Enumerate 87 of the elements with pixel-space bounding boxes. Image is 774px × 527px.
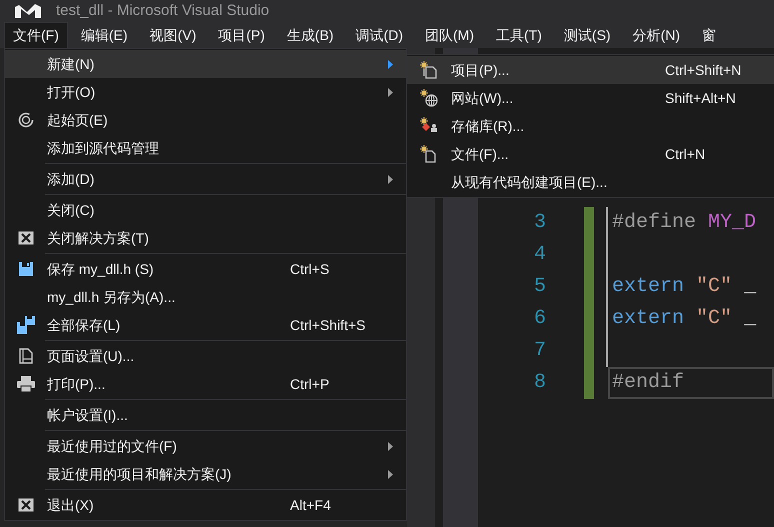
menu-item[interactable]: 页面设置(U)... xyxy=(5,342,406,370)
submenu-arrow-icon xyxy=(388,174,393,184)
shortcut: Ctrl+P xyxy=(290,374,330,394)
menu-item[interactable]: 打开(O) xyxy=(5,78,406,106)
menu-bar-item[interactable]: 调试(D) xyxy=(346,22,412,48)
menu-item[interactable]: 最近使用的项目和解决方案(J) xyxy=(5,460,406,488)
menu-bar-item[interactable]: 工具(T) xyxy=(487,22,551,48)
menu-item-label: 页面设置(U)... xyxy=(47,346,136,366)
menu-item-label: 退出(X) xyxy=(47,496,95,515)
menu-item-label: 打开(O) xyxy=(47,82,96,102)
menu-item-label: 文件(F)... xyxy=(451,144,510,164)
menu-item[interactable]: 文件(F)... Ctrl+N xyxy=(407,140,774,168)
menu-item-label: 保存 my_dll.h (S) xyxy=(47,260,155,279)
menu-item[interactable]: 起始页(E) xyxy=(5,106,406,134)
menu-item-label: 打印(P)... xyxy=(47,374,106,394)
submenu-arrow-icon xyxy=(388,442,393,450)
menu-bar-item[interactable]: 视图(V) xyxy=(140,22,206,48)
line-number: 5 xyxy=(532,274,546,300)
code-line: extern ″C″ _ xyxy=(611,274,758,300)
app-logo-icon xyxy=(15,4,41,18)
menu-item[interactable]: 新建(N) xyxy=(5,50,406,78)
menu-item[interactable]: my_dll.h 另存为(A)... xyxy=(5,283,406,311)
menu-bar-item[interactable]: 文件(F) xyxy=(4,22,68,48)
menu-item[interactable]: 存储库(R)... xyxy=(407,112,774,140)
new-pages-icon xyxy=(420,61,438,79)
change-bar xyxy=(584,207,594,239)
menu-item[interactable]: 从现有代码创建项目(E)... xyxy=(407,168,774,196)
menu-item-label: 最近使用的项目和解决方案(J) xyxy=(47,464,232,484)
submenu-arrow-icon xyxy=(388,88,393,96)
line-number: 8 xyxy=(532,370,546,396)
close-icon xyxy=(18,498,34,512)
submenu-arrow-icon xyxy=(388,470,393,478)
menu-bar-item[interactable]: 窗 xyxy=(693,22,726,48)
shortcut: Ctrl+Shift+N xyxy=(665,60,742,80)
page-icon xyxy=(19,348,33,364)
close-icon xyxy=(18,231,34,245)
menu-item[interactable]: 添加到源代码管理 xyxy=(5,134,406,162)
menu-item-label: 新建(N) xyxy=(47,54,96,74)
menu-item[interactable]: 帐户设置(I)... xyxy=(5,401,406,429)
shortcut: Ctrl+Shift+S xyxy=(290,316,366,334)
menu-bar-item[interactable]: 项目(P) xyxy=(209,22,274,48)
menu-item-label: 帐户设置(I)... xyxy=(47,406,129,425)
menu-item[interactable]: 项目(P)... Ctrl+Shift+N xyxy=(407,56,774,84)
code-line: #define MY_D xyxy=(611,210,758,236)
menu-item-label: 关闭(C) xyxy=(47,200,96,220)
menu-bar-item[interactable]: 团队(M) xyxy=(416,22,484,48)
shortcut: Alt+F4 xyxy=(290,496,332,514)
menu-item[interactable]: 打印(P)... Ctrl+P xyxy=(5,370,406,398)
shortcut: Ctrl+N xyxy=(665,144,706,164)
menu-item-label: 存储库(R)... xyxy=(451,116,526,136)
menu-item-label: 最近使用过的文件(F) xyxy=(47,436,178,456)
menu-bar-item[interactable]: 编辑(E) xyxy=(72,22,137,48)
menu-item-label: 全部保存(L) xyxy=(47,316,122,335)
menu-item[interactable]: 网站(W)... Shift+Alt+N xyxy=(407,84,774,112)
menu-item[interactable]: 最近使用过的文件(F) xyxy=(5,432,406,460)
menu-item-label: 关闭解决方案(T) xyxy=(47,228,150,248)
menu-item[interactable]: 退出(X) Alt+F4 xyxy=(5,491,406,519)
menu-bar-item[interactable]: 测试(S) xyxy=(554,22,620,48)
menu-bar-item[interactable]: 生成(B) xyxy=(278,22,343,48)
line-number: 4 xyxy=(532,242,546,268)
menu-item-label: 从现有代码创建项目(E)... xyxy=(451,172,608,192)
menu-item[interactable]: 保存 my_dll.h (S) Ctrl+S xyxy=(5,255,406,283)
menu-item[interactable]: 添加(D) xyxy=(5,165,406,193)
new-globe-icon xyxy=(420,89,438,107)
line-number: 7 xyxy=(532,338,546,364)
new-file-icon xyxy=(420,145,438,163)
menu-item-label: my_dll.h 另存为(A)... xyxy=(47,288,176,307)
menu-item-label: 添加(D) xyxy=(47,170,96,189)
floppy-disks-icon xyxy=(17,316,35,334)
menu-item[interactable]: 关闭解决方案(T) xyxy=(5,224,406,252)
line-number: 3 xyxy=(532,210,546,236)
menu-item-label: 起始页(E) xyxy=(47,110,109,130)
menu-item-label: 项目(P)... xyxy=(451,60,510,80)
menu-item-label: 网站(W)... xyxy=(451,88,514,108)
menu-item[interactable]: 全部保存(L) Ctrl+Shift+S xyxy=(5,311,406,339)
shortcut: Shift+Alt+N xyxy=(665,88,736,108)
code-line: extern ″C″ _ xyxy=(611,306,758,332)
window-title: test_dll - Microsoft Visual Studio xyxy=(56,0,270,21)
new-repository-icon xyxy=(420,117,438,135)
menu-item-label: 添加到源代码管理 xyxy=(47,138,160,158)
shortcut: Ctrl+S xyxy=(290,260,330,278)
line-number: 6 xyxy=(532,306,546,332)
menu-item[interactable]: 关闭(C) xyxy=(5,196,406,224)
submenu-arrow-icon xyxy=(388,60,393,68)
printer-icon xyxy=(17,376,35,392)
menu-bar-item[interactable]: 分析(N) xyxy=(624,22,690,48)
change-bar xyxy=(584,367,594,399)
